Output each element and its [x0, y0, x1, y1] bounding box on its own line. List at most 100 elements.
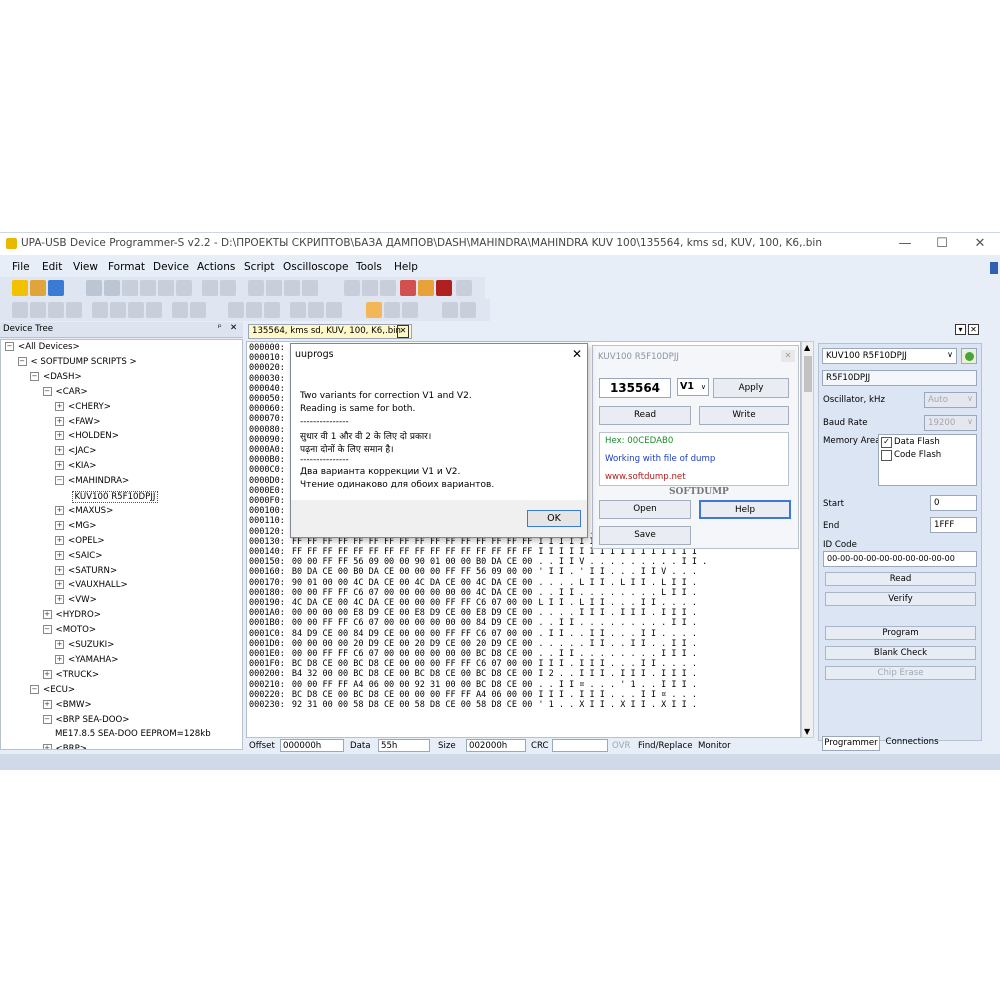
zoom-icon[interactable] [384, 302, 400, 318]
apply-button[interactable]: Apply [713, 378, 789, 398]
tree-node[interactable]: − <MAHINDRA> [55, 476, 129, 486]
expand-icon[interactable]: + [55, 431, 64, 441]
hex-row[interactable]: 000230: 92 31 00 00 58 D8 CE 00 58 D8 CE … [249, 700, 697, 710]
hex-row[interactable]: 0001E0: 00 00 FF FF C6 07 00 00 00 00 00 … [249, 649, 697, 659]
crc-field[interactable] [552, 739, 608, 752]
blank-check-button[interactable]: Blank Check [825, 646, 976, 660]
redo-icon[interactable] [104, 280, 120, 296]
hex-ascii[interactable]: . . I I . . . . . . . . L I I . [538, 588, 697, 598]
menu-actions[interactable]: Actions [197, 261, 235, 273]
write-chip-icon[interactable] [30, 302, 46, 318]
read-button[interactable]: Read [825, 572, 976, 586]
collapse-icon[interactable]: − [30, 371, 39, 381]
compare-icon[interactable] [344, 280, 360, 296]
hex-bytes[interactable]: 90 01 00 00 4C DA CE 00 4C DA CE 00 4C D… [292, 578, 533, 588]
minimize-button[interactable]: — [888, 235, 922, 253]
view-words-icon[interactable] [246, 302, 262, 318]
tree-node[interactable]: + <SATURN> [55, 565, 117, 576]
hex-row[interactable]: 000220: BC D8 CE 00 BC D8 CE 00 00 00 FF … [249, 690, 697, 700]
align-center-icon[interactable] [308, 302, 324, 318]
dump-number-field[interactable]: 135564 [599, 378, 671, 398]
scroll-up-icon[interactable]: ▲ [804, 343, 810, 352]
tree-node[interactable]: + <VAUXHALL> [55, 580, 128, 590]
expand-icon[interactable]: + [55, 446, 64, 456]
hex-row[interactable]: 0001B0: 00 00 FF FF C6 07 00 00 00 00 00 … [249, 618, 697, 628]
tree-node[interactable]: + <YAMAHA> [55, 654, 119, 665]
settings-icon[interactable] [190, 302, 206, 318]
expand-icon[interactable]: + [55, 535, 64, 545]
chip-erase-button[interactable]: Chip Erase [825, 666, 976, 680]
tree-node[interactable]: + <KIA> [55, 461, 96, 471]
expand-icon[interactable]: + [55, 416, 64, 426]
bookmark-icon[interactable] [362, 280, 378, 296]
view-dwords-icon[interactable] [264, 302, 280, 318]
align-left-icon[interactable] [290, 302, 306, 318]
tree-node[interactable]: + <SUZUKI> [55, 640, 114, 650]
step-back-icon[interactable] [110, 302, 126, 318]
softdump-write-button[interactable]: Write [699, 406, 789, 425]
tree-node[interactable]: − <All Devices> [5, 342, 80, 352]
menu-file[interactable]: File [12, 261, 30, 273]
replace-icon[interactable] [220, 280, 236, 296]
hex-row[interactable]: 0001C0: 84 D9 CE 00 84 D9 CE 00 00 00 FF … [249, 629, 697, 639]
collapse-icon[interactable]: − [55, 476, 64, 486]
hex-ascii[interactable]: . I I . . I I . . . I I . . . . [538, 629, 697, 639]
softdump-url[interactable]: www.softdump.net [605, 472, 686, 482]
refresh-icon[interactable] [172, 302, 188, 318]
tree-node[interactable]: + <TRUCK> [42, 669, 99, 680]
hex-ascii[interactable]: ' 1 . . X I I . X I I . X I I . [538, 700, 697, 710]
collapse-icon[interactable]: − [30, 684, 39, 694]
menu-device[interactable]: Device [153, 261, 189, 273]
hex-bytes[interactable]: FF FF FF FF FF FF FF FF FF FF FF FF FF F… [292, 537, 533, 547]
hex-row[interactable]: 000180: 00 00 FF FF C6 07 00 00 00 00 00 … [249, 588, 697, 598]
expand-icon[interactable]: + [42, 699, 52, 709]
menu-format[interactable]: Format [108, 261, 145, 273]
menu-help[interactable]: Help [394, 261, 418, 273]
open-folder-icon[interactable] [30, 280, 46, 296]
device-tree[interactable]: − <All Devices> − < SOFTDUMP SCRIPTS > − <DAS… [0, 339, 243, 750]
tree-node[interactable]: + <VW> [55, 595, 97, 605]
tree-node[interactable]: − <MOTO> [42, 625, 96, 635]
hex-bytes[interactable]: BC D8 CE 00 BC D8 CE 00 00 00 FF FF A4 0… [292, 690, 533, 700]
tree-node[interactable]: − <BRP SEA-DOO> [42, 714, 130, 725]
open-button[interactable]: Open [599, 500, 691, 519]
expand-icon[interactable]: + [42, 610, 52, 620]
offset-field[interactable]: 000000h [280, 739, 344, 752]
close-window-button[interactable]: ✕ [963, 235, 997, 253]
cut-icon[interactable] [122, 280, 138, 296]
stop-script-icon[interactable] [460, 302, 476, 318]
tree-node[interactable]: + <SAIC> [55, 550, 102, 561]
hex-row[interactable]: 0001F0: BC D8 CE 00 BC D8 CE 00 00 00 FF … [249, 659, 697, 669]
scroll-down-icon[interactable]: ▼ [804, 727, 810, 736]
hex-bytes[interactable]: 00 00 FF FF A4 06 00 00 92 31 00 00 BC D… [292, 680, 533, 690]
data-flash-checkbox[interactable]: ✓ [881, 437, 892, 448]
restore-pane-icon[interactable]: ▾ [955, 324, 966, 335]
softdump-close-icon[interactable]: ✕ [781, 350, 795, 362]
expand-icon[interactable]: + [55, 595, 64, 605]
view-bytes-icon[interactable] [228, 302, 244, 318]
hex-row[interactable]: 0001D0: 00 00 00 00 20 D9 CE 00 20 D9 CE … [249, 639, 697, 649]
tree-node[interactable]: + <CHERY> [55, 401, 111, 412]
ok-button[interactable]: OK [527, 510, 581, 527]
close-tree-icon[interactable]: ✕ [230, 323, 237, 333]
stop-icon[interactable] [456, 280, 472, 296]
tree-node[interactable]: + <BRP> [42, 744, 87, 749]
scroll-thumb[interactable] [804, 356, 812, 392]
expand-icon[interactable]: + [55, 654, 64, 664]
close-pane-icon[interactable]: ✕ [968, 324, 979, 335]
hex-ascii[interactable]: L I I . L I I . . . I I . . . . [538, 598, 697, 608]
tree-node[interactable]: + <OPEL> [55, 535, 105, 546]
hex-row[interactable]: 000190: 4C DA CE 00 4C DA CE 00 00 00 FF … [249, 598, 697, 608]
expand-icon[interactable]: + [55, 505, 64, 515]
verify-chip-icon[interactable] [66, 302, 82, 318]
monitor-link[interactable]: Monitor [698, 741, 731, 751]
tree-node[interactable]: ME17.8.5 SEA-DOO EEPROM=128kb [55, 729, 211, 739]
expand-icon[interactable]: + [55, 640, 64, 649]
hex-bytes[interactable]: 84 D9 CE 00 84 D9 CE 00 00 00 FF FF C6 0… [292, 629, 533, 639]
tree-node[interactable]: + <FAW> [55, 416, 100, 427]
copy-icon[interactable] [140, 280, 156, 296]
data-field[interactable]: 55h [378, 739, 430, 752]
delete-icon[interactable] [176, 280, 192, 296]
tree-node[interactable]: + <MG> [55, 520, 96, 531]
tab-programmer[interactable]: Programmer [822, 736, 880, 751]
